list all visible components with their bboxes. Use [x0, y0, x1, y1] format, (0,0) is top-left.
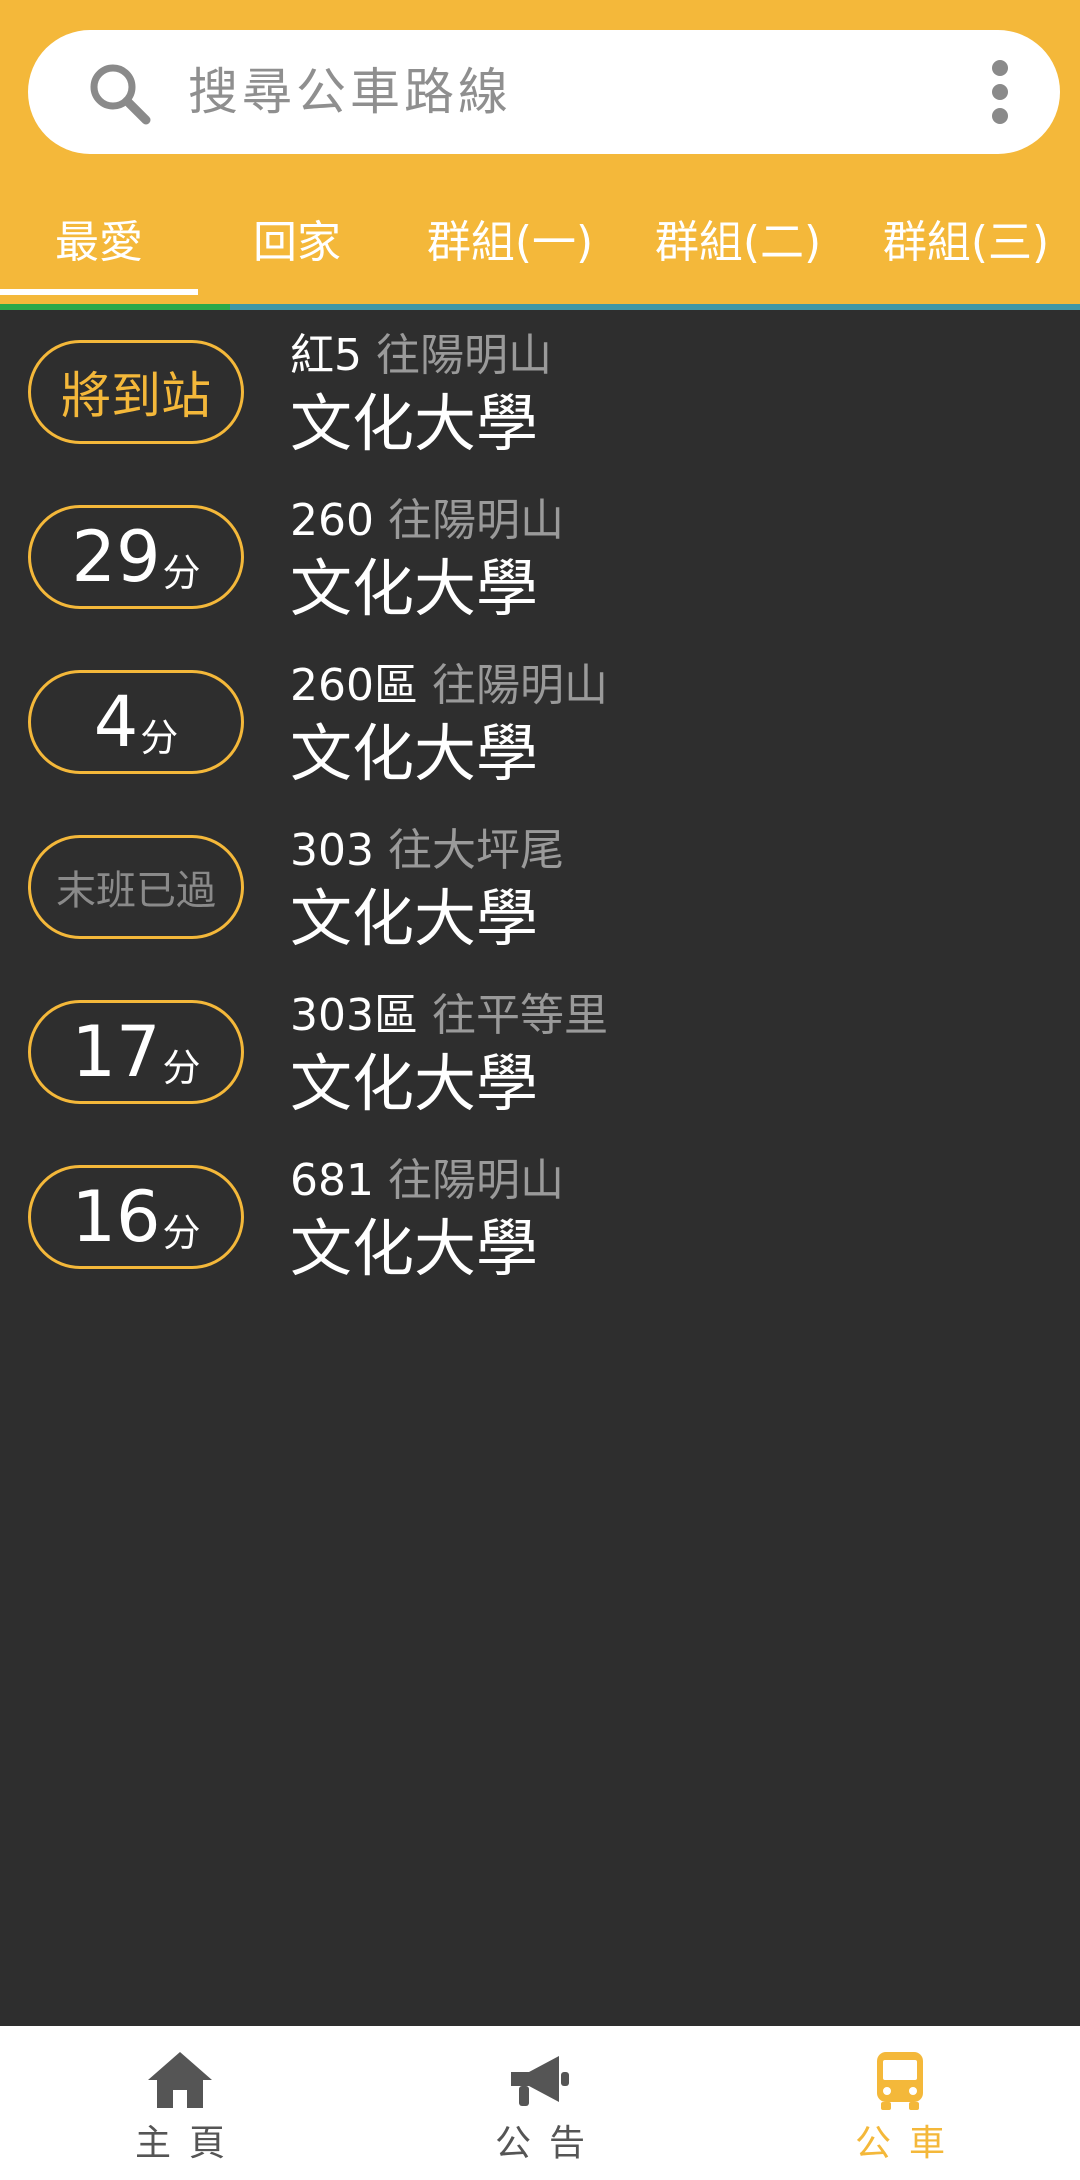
stop-name: 文化大學	[290, 1047, 539, 1120]
route-info: 260區 往陽明山	[290, 656, 608, 716]
nav-label: 公車	[854, 2123, 963, 2164]
nav-item-home[interactable]: 主頁	[0, 2026, 360, 2180]
eta-unit: 分	[140, 715, 179, 760]
list-item[interactable]: 29 分 260 往陽明山 文化大學	[0, 477, 1080, 642]
megaphone-icon	[511, 2056, 569, 2106]
eta-minutes: 17	[71, 1011, 161, 1093]
route-direction: 往陽明山	[387, 495, 564, 546]
home-icon	[148, 2052, 212, 2108]
stop-name: 文化大學	[290, 1212, 539, 1285]
search-icon[interactable]	[86, 60, 152, 126]
list-item[interactable]: 將到站 紅5 往陽明山 文化大學	[0, 312, 1080, 477]
tab-label: 回家	[253, 217, 341, 268]
app-header: 搜尋公車路線 最愛 回家 群組(一) 群組(二) 群組(三)	[0, 0, 1080, 310]
route-number: 303	[290, 825, 374, 876]
route-direction: 往陽明山	[387, 1155, 564, 1206]
stop-name: 文化大學	[290, 882, 539, 955]
bus-icon	[877, 2052, 923, 2110]
search-bar[interactable]: 搜尋公車路線	[28, 30, 1060, 154]
eta-badge: 4分	[28, 670, 244, 774]
eta-badge: 末班已過	[28, 835, 244, 939]
eta-unit: 分	[162, 1045, 201, 1090]
list-item[interactable]: 16 分 681 往陽明山 文化大學	[0, 1137, 1080, 1302]
nav-item-bus[interactable]: 公車	[720, 2026, 1080, 2180]
eta-minutes: 4	[93, 681, 139, 763]
search-input[interactable]: 搜尋公車路線	[188, 30, 512, 154]
route-info: 303 往大坪尾	[290, 821, 564, 881]
eta-minutes: 16	[71, 1176, 161, 1258]
tab-bar: 最愛 回家 群組(一) 群組(二) 群組(三)	[0, 190, 1080, 300]
eta-minutes: 29	[71, 516, 161, 598]
nav-label: 公告	[494, 2123, 603, 2164]
route-number: 303區	[290, 990, 418, 1041]
tab-label: 群組(三)	[882, 217, 1050, 268]
eta-status: 末班已過	[56, 868, 216, 914]
list-item[interactable]: 17 分 303區 往平等里 文化大學	[0, 972, 1080, 1137]
eta-badge: 17 分	[28, 1000, 244, 1104]
route-number: 681	[290, 1155, 374, 1206]
eta-badge: 16 分	[28, 1165, 244, 1269]
tab-group-3[interactable]: 群組(三)	[852, 190, 1080, 295]
tab-divider	[0, 304, 1080, 310]
stop-name: 文化大學	[290, 717, 539, 790]
eta-badge: 將到站	[28, 340, 244, 444]
tab-home[interactable]: 回家	[198, 190, 396, 295]
stop-name: 文化大學	[290, 387, 539, 460]
route-number: 260	[290, 495, 374, 546]
nav-item-announcements[interactable]: 公告	[360, 2026, 720, 2180]
tab-label: 最愛	[55, 217, 143, 268]
route-direction: 往大坪尾	[387, 825, 564, 876]
route-direction: 往陽明山	[431, 660, 608, 711]
route-direction: 往陽明山	[376, 330, 552, 381]
route-direction: 往平等里	[431, 990, 608, 1041]
route-info: 681 往陽明山	[290, 1151, 564, 1211]
more-options-icon[interactable]	[988, 60, 1012, 126]
route-info: 260 往陽明山	[290, 491, 564, 551]
tab-label: 群組(一)	[426, 217, 594, 268]
stop-name: 文化大學	[290, 552, 539, 625]
route-number: 260區	[290, 660, 418, 711]
route-number: 紅5	[290, 330, 362, 381]
list-item[interactable]: 末班已過 303 往大坪尾 文化大學	[0, 807, 1080, 972]
route-info: 303區 往平等里	[290, 986, 608, 1046]
eta-status: 將到站	[61, 367, 211, 425]
eta-badge: 29 分	[28, 505, 244, 609]
tab-label: 群組(二)	[654, 217, 822, 268]
bottom-navigation: 主頁 公告 公車	[0, 2026, 1080, 2180]
route-info: 紅5 往陽明山	[290, 326, 552, 386]
list-item[interactable]: 4分 260區 往陽明山 文化大學	[0, 642, 1080, 807]
nav-label: 主頁	[134, 2123, 243, 2164]
tab-group-1[interactable]: 群組(一)	[396, 190, 624, 295]
eta-unit: 分	[162, 1210, 201, 1255]
active-tab-indicator	[0, 289, 198, 295]
tab-group-2[interactable]: 群組(二)	[624, 190, 852, 295]
eta-unit: 分	[162, 550, 201, 595]
tab-favorites[interactable]: 最愛	[0, 190, 198, 295]
